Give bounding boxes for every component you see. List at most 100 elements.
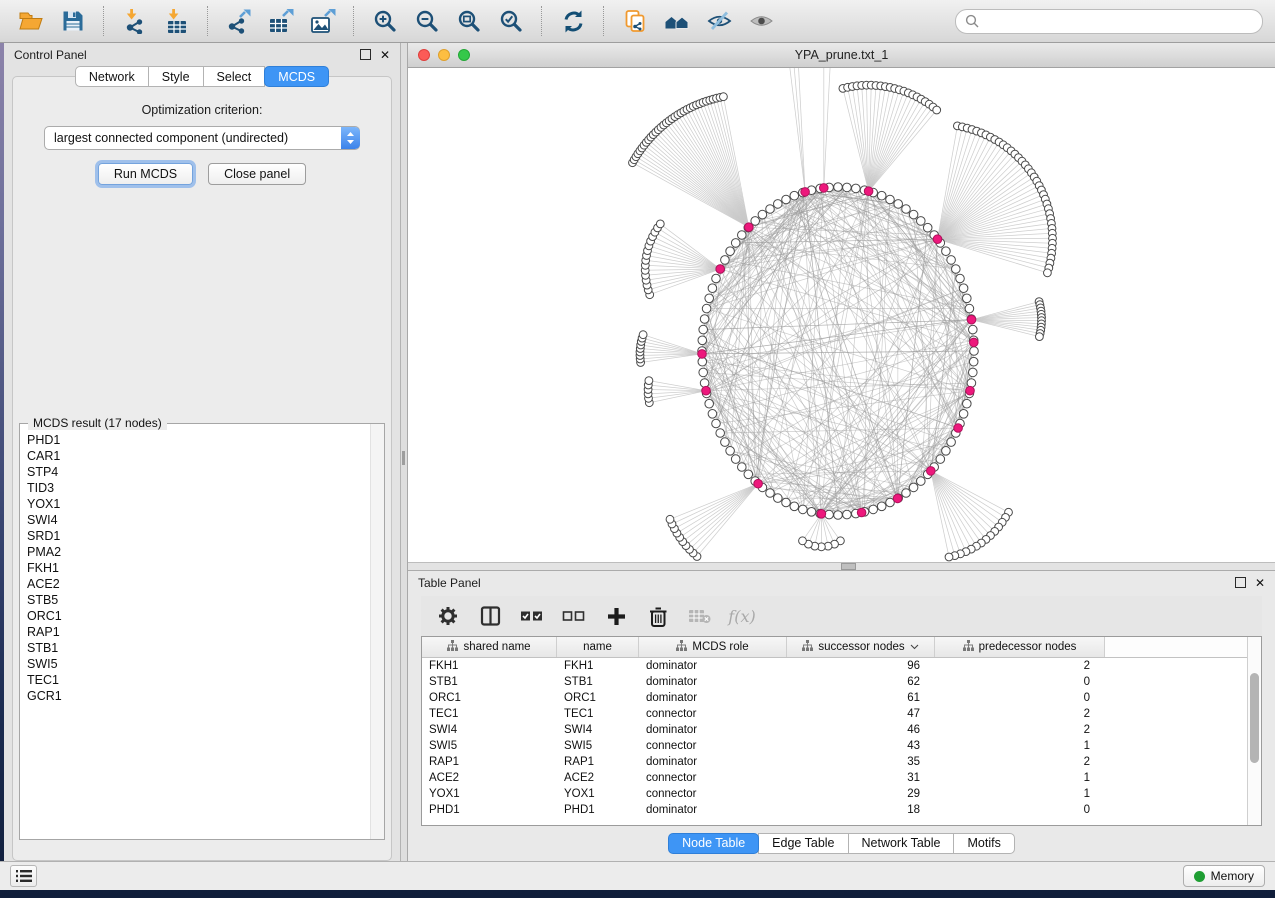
import-network-icon — [122, 8, 148, 34]
close-panel-button[interactable]: Close panel — [208, 163, 306, 185]
mcds-result-item[interactable]: CAR1 — [27, 448, 370, 464]
export-network-button[interactable] — [220, 4, 258, 38]
zoom-in-button[interactable] — [366, 4, 404, 38]
memory-button[interactable]: Memory — [1183, 865, 1265, 887]
mcds-result-item[interactable]: PMA2 — [27, 544, 370, 560]
tab-mcds[interactable]: MCDS — [264, 66, 329, 87]
table-cell: 2 — [935, 660, 1105, 672]
mcds-result-item[interactable]: STB5 — [27, 592, 370, 608]
column-header-label: successor nodes — [818, 641, 904, 653]
table-row[interactable]: SWI4SWI4dominator462 — [422, 722, 1247, 738]
search-input[interactable] — [984, 13, 1253, 29]
network-canvas[interactable] — [408, 68, 1275, 562]
mcds-result-item[interactable]: SWI5 — [27, 656, 370, 672]
network-graph[interactable] — [408, 68, 1275, 562]
table-row[interactable]: YOX1YOX1connector291 — [422, 786, 1247, 802]
mcds-result-list: PHD1CAR1STP4TID3YOX1SWI4SRD1PMA2FKH1ACE2… — [20, 424, 370, 839]
tab-network[interactable]: Network — [75, 66, 149, 87]
scrollbar-thumb[interactable] — [1250, 673, 1259, 763]
show-all-button[interactable] — [742, 4, 780, 38]
column-type-icon — [447, 640, 458, 654]
tab-motifs[interactable]: Motifs — [953, 833, 1014, 854]
select-all-button[interactable] — [511, 599, 553, 633]
deselect-all-button[interactable] — [553, 599, 595, 633]
mcds-result-item[interactable]: SRD1 — [27, 528, 370, 544]
table-row[interactable]: ACE2ACE2connector311 — [422, 770, 1247, 786]
delete-table-button[interactable] — [679, 599, 721, 633]
table-row[interactable]: ORC1ORC1dominator610 — [422, 690, 1247, 706]
copy-network-button[interactable] — [616, 4, 654, 38]
mcds-result-item[interactable]: SWI4 — [27, 512, 370, 528]
table-cell: 1 — [935, 740, 1105, 752]
table-settings-button[interactable] — [427, 599, 469, 633]
zoom-selected-button[interactable] — [492, 4, 530, 38]
mcds-result-item[interactable]: TID3 — [27, 480, 370, 496]
mcds-result-item[interactable]: RAP1 — [27, 624, 370, 640]
table-row[interactable]: SWI5SWI5connector431 — [422, 738, 1247, 754]
search-field[interactable] — [955, 9, 1263, 34]
close-panel-icon[interactable]: ✕ — [1255, 578, 1265, 588]
column-header-MCDS-role[interactable]: MCDS role — [639, 637, 787, 657]
table-row[interactable]: FKH1FKH1dominator962 — [422, 658, 1247, 674]
mcds-result-item[interactable]: FKH1 — [27, 560, 370, 576]
table-row[interactable]: RAP1RAP1dominator352 — [422, 754, 1247, 770]
column-header-predecessor-nodes[interactable]: predecessor nodes — [935, 637, 1105, 657]
mcds-result-item[interactable]: GCR1 — [27, 688, 370, 704]
horizontal-splitter[interactable] — [408, 562, 1275, 571]
show-columns-button[interactable] — [469, 599, 511, 633]
first-neighbors-button[interactable] — [658, 4, 696, 38]
zoom-out-button[interactable] — [408, 4, 446, 38]
run-mcds-button[interactable]: Run MCDS — [98, 163, 193, 185]
table-row[interactable]: TEC1TEC1connector472 — [422, 706, 1247, 722]
table-row[interactable]: STB1STB1dominator620 — [422, 674, 1247, 690]
export-image-button[interactable] — [304, 4, 342, 38]
maximize-window-icon[interactable] — [458, 49, 470, 61]
function-builder-button[interactable]: f(x) — [721, 599, 763, 633]
minimize-window-icon[interactable] — [438, 49, 450, 61]
table-cell: 1 — [935, 788, 1105, 800]
float-panel-icon[interactable] — [1235, 577, 1246, 588]
close-panel-icon[interactable]: ✕ — [380, 50, 390, 60]
delete-column-button[interactable] — [637, 599, 679, 633]
table-scrollbar[interactable] — [1247, 637, 1261, 825]
apply-layout-button[interactable] — [554, 4, 592, 38]
zoom-fit-icon — [457, 9, 481, 33]
column-header-successor-nodes[interactable]: successor nodes — [787, 637, 935, 657]
mcds-result-item[interactable]: TEC1 — [27, 672, 370, 688]
mcds-result-item[interactable]: STB1 — [27, 640, 370, 656]
save-session-button[interactable] — [54, 4, 92, 38]
hide-selected-button[interactable] — [700, 4, 738, 38]
column-header-shared-name[interactable]: shared name — [422, 637, 557, 657]
close-window-icon[interactable] — [418, 49, 430, 61]
mcds-list-scrollbar[interactable] — [370, 424, 384, 839]
mcds-result-item[interactable]: ORC1 — [27, 608, 370, 624]
float-panel-icon[interactable] — [360, 49, 371, 60]
column-header-name[interactable]: name — [557, 637, 639, 657]
mcds-result-item[interactable]: YOX1 — [27, 496, 370, 512]
mcds-result-item[interactable]: STP4 — [27, 464, 370, 480]
splitter-grip[interactable] — [402, 451, 405, 465]
tab-select[interactable]: Select — [203, 66, 266, 87]
task-history-button[interactable] — [10, 865, 37, 887]
main-toolbar — [0, 0, 1275, 43]
export-table-button[interactable] — [262, 4, 300, 38]
splitter-grip[interactable] — [841, 563, 856, 570]
vertical-splitter[interactable] — [401, 43, 408, 861]
import-network-button[interactable] — [116, 4, 154, 38]
tab-node-table[interactable]: Node Table — [668, 833, 759, 854]
table-cell: connector — [639, 740, 787, 752]
column-header-label: shared name — [463, 641, 530, 653]
import-table-button[interactable] — [158, 4, 196, 38]
open-session-button[interactable] — [12, 4, 50, 38]
zoom-fit-button[interactable] — [450, 4, 488, 38]
houses-icon — [664, 9, 690, 33]
tab-style[interactable]: Style — [148, 66, 204, 87]
mcds-result-item[interactable]: PHD1 — [27, 432, 370, 448]
table-row[interactable]: PHD1PHD1dominator180 — [422, 802, 1247, 818]
refresh-icon — [561, 9, 586, 34]
tab-edge-table[interactable]: Edge Table — [758, 833, 848, 854]
criterion-dropdown[interactable]: largest connected component (undirected) — [44, 126, 360, 150]
tab-network-table[interactable]: Network Table — [848, 833, 955, 854]
mcds-result-item[interactable]: ACE2 — [27, 576, 370, 592]
add-column-button[interactable] — [595, 599, 637, 633]
